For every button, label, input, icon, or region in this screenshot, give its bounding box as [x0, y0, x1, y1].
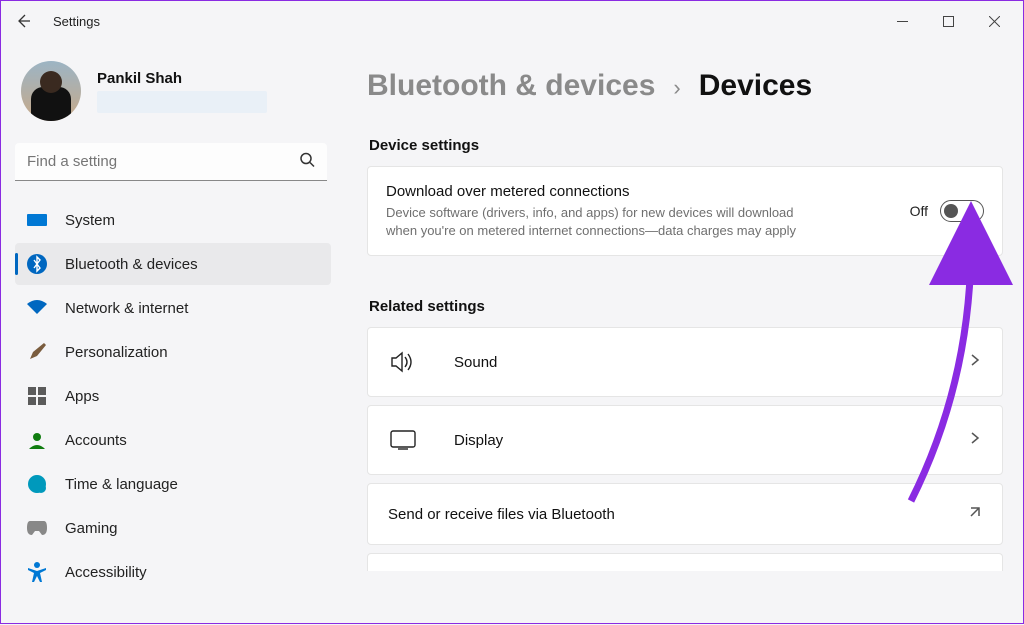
chevron-right-icon [968, 353, 982, 372]
back-arrow-icon [15, 13, 31, 29]
close-icon [989, 16, 1000, 27]
sidebar-item-network[interactable]: Network & internet [15, 287, 331, 329]
breadcrumb: Bluetooth & devices › Devices [367, 69, 1003, 103]
display-icon [388, 425, 418, 455]
link-label: Sound [454, 354, 497, 371]
sidebar-item-personalization[interactable]: Personalization [15, 331, 331, 373]
sidebar-item-label: Apps [65, 388, 99, 405]
minimize-icon [897, 16, 908, 27]
maximize-icon [943, 16, 954, 27]
sidebar-item-gaming[interactable]: Gaming [15, 507, 331, 549]
sidebar-item-label: Personalization [65, 344, 168, 361]
search-icon [299, 152, 315, 173]
breadcrumb-current: Devices [699, 69, 812, 103]
window-controls [879, 5, 1017, 37]
search-container [15, 143, 327, 181]
nav-list: System Bluetooth & devices Network & int… [15, 199, 331, 593]
main-content: Bluetooth & devices › Devices Device set… [341, 41, 1023, 625]
setting-title: Download over metered connections [386, 183, 816, 200]
open-external-icon [968, 505, 982, 524]
link-label: Display [454, 432, 503, 449]
app-title: Settings [53, 14, 100, 29]
sidebar-item-label: Accessibility [65, 564, 147, 581]
close-button[interactable] [971, 5, 1017, 37]
sidebar-item-label: Accounts [65, 432, 127, 449]
sidebar-item-bluetooth-devices[interactable]: Bluetooth & devices [15, 243, 331, 285]
related-link-bluetooth-files[interactable]: Send or receive files via Bluetooth [367, 483, 1003, 545]
related-link-display[interactable]: Display [367, 405, 1003, 475]
related-link-sound[interactable]: Sound [367, 327, 1003, 397]
breadcrumb-parent[interactable]: Bluetooth & devices [367, 69, 655, 103]
chevron-right-icon [968, 431, 982, 450]
search-input[interactable] [15, 143, 327, 181]
sidebar-item-apps[interactable]: Apps [15, 375, 331, 417]
next-card-peek [367, 553, 1003, 571]
profile-block[interactable]: Pankil Shah [15, 55, 331, 139]
sidebar-item-label: Gaming [65, 520, 118, 537]
paintbrush-icon [27, 342, 47, 362]
profile-email-masked [97, 91, 267, 113]
sidebar-item-accounts[interactable]: Accounts [15, 419, 331, 461]
sidebar-item-system[interactable]: System [15, 199, 331, 241]
apps-icon [27, 386, 47, 406]
sidebar-item-label: Network & internet [65, 300, 188, 317]
maximize-button[interactable] [925, 5, 971, 37]
setting-metered-download: Download over metered connections Device… [367, 166, 1003, 256]
link-label: Send or receive files via Bluetooth [388, 506, 615, 523]
title-bar: Settings [1, 1, 1023, 41]
wifi-icon [27, 298, 47, 318]
sound-icon [388, 347, 418, 377]
chevron-right-icon: › [673, 75, 680, 101]
sidebar-item-accessibility[interactable]: Accessibility [15, 551, 331, 593]
profile-name: Pankil Shah [97, 70, 267, 87]
sidebar-item-time-language[interactable]: Time & language [15, 463, 331, 505]
sidebar-item-label: Bluetooth & devices [65, 256, 198, 273]
setting-description: Device software (drivers, info, and apps… [386, 204, 816, 239]
accessibility-icon [27, 562, 47, 582]
metered-toggle[interactable] [940, 200, 984, 222]
accounts-icon [27, 430, 47, 450]
section-title-related: Related settings [369, 298, 1003, 315]
sidebar-item-label: System [65, 212, 115, 229]
sidebar: Pankil Shah System Bluetooth & devices N… [1, 41, 341, 625]
system-icon [27, 210, 47, 230]
back-button[interactable] [7, 5, 39, 37]
section-title-device-settings: Device settings [369, 137, 1003, 154]
gaming-icon [27, 518, 47, 538]
globe-clock-icon [27, 474, 47, 494]
toggle-state-label: Off [910, 203, 928, 219]
minimize-button[interactable] [879, 5, 925, 37]
bluetooth-icon [27, 254, 47, 274]
avatar [21, 61, 81, 121]
sidebar-item-label: Time & language [65, 476, 178, 493]
